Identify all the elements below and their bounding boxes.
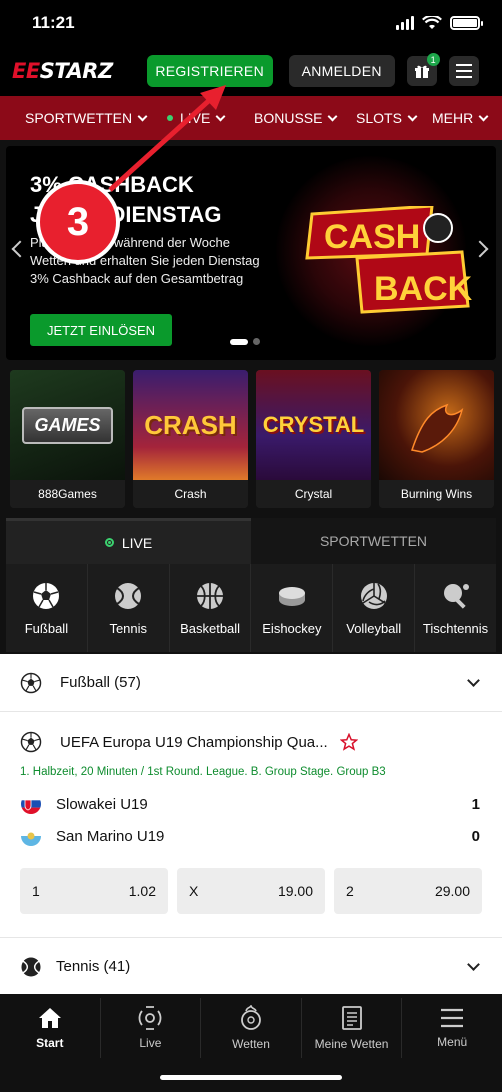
banner-pagination	[230, 338, 260, 345]
sport-basketball[interactable]: Basketball	[170, 564, 252, 652]
odd-button-home[interactable]: 1 1.02	[20, 868, 168, 914]
favorite-star-icon[interactable]	[339, 733, 358, 751]
hamburger-icon	[441, 1008, 464, 1028]
game-tile-crystal[interactable]: CRYSTAL Crystal	[256, 370, 371, 508]
game-tile-burning-wins[interactable]: Burning Wins	[379, 370, 494, 508]
live-indicator-icon	[104, 538, 114, 547]
bottom-nav: Start Live Wetten Meine Wetten Menü	[0, 994, 502, 1092]
game-label: Crystal	[256, 480, 371, 508]
game-label: Burning Wins	[379, 480, 494, 508]
game-tile-888games[interactable]: GAMES 888Games	[10, 370, 125, 508]
match-info: 1. Halbzeit, 20 Minuten / 1st Round. Lea…	[20, 766, 386, 778]
soccer-ball-icon	[33, 582, 60, 609]
game-tiles: GAMES 888Games CRASH Crash CRYSTAL Cryst…	[10, 370, 494, 508]
pagination-dot-active[interactable]	[230, 338, 248, 345]
soccer-ball-icon	[20, 731, 42, 753]
tab-sportwetten[interactable]: SPORTWETTEN	[251, 518, 496, 564]
sport-tischtennis[interactable]: Tischtennis	[415, 564, 496, 652]
game-art-text: GAMES	[22, 406, 113, 444]
banner-cta-button[interactable]: JETZT EINLÖSEN	[30, 314, 172, 346]
table-tennis-icon	[443, 583, 469, 609]
category-header-tennis[interactable]: Tennis (41)	[0, 937, 502, 995]
bottom-nav-meine-wetten[interactable]: Meine Wetten	[302, 998, 403, 1058]
events-list: Fußball (57) UEFA Europa U19 Championshi…	[0, 654, 502, 994]
bottom-nav-menu[interactable]: Menü	[402, 998, 502, 1058]
bottom-nav-start[interactable]: Start	[0, 998, 101, 1058]
basketball-icon	[197, 582, 224, 609]
sport-tennis[interactable]: Tennis	[88, 564, 170, 652]
game-art-text: CRYSTAL	[262, 412, 365, 437]
tennis-ball-icon	[115, 582, 142, 609]
chevron-down-icon	[467, 674, 480, 687]
team-row: San Marino U19 0	[20, 820, 482, 852]
odds-row: 1 1.02 X 19.00 2 29.00	[20, 868, 482, 914]
chevron-down-icon	[467, 958, 480, 971]
game-tile-crash[interactable]: CRASH Crash	[133, 370, 248, 508]
soccer-ball-icon	[20, 672, 42, 693]
bottom-nav-live[interactable]: Live	[101, 998, 202, 1058]
category-header-fussball[interactable]: Fußball (57)	[0, 654, 502, 712]
sport-fussball[interactable]: Fußball	[6, 564, 88, 652]
match-card: UEFA Europa U19 Championship Qua... 1. H…	[0, 712, 502, 914]
home-indicator	[160, 1075, 342, 1080]
bottom-nav-wetten[interactable]: Wetten	[201, 998, 302, 1058]
home-icon	[38, 1008, 61, 1028]
tennis-ball-icon	[21, 956, 41, 977]
sport-filter: Fußball Tennis Basketball Eishockey Voll…	[6, 564, 496, 652]
odd-button-away[interactable]: 2 29.00	[334, 868, 482, 914]
volleyball-icon	[360, 582, 387, 609]
pagination-dot[interactable]	[253, 338, 260, 345]
slovakia-flag-icon	[21, 794, 41, 814]
sport-eishockey[interactable]: Eishockey	[251, 564, 334, 652]
san-marino-flag-icon	[21, 826, 41, 846]
hockey-puck-icon	[278, 586, 305, 606]
dragon-icon	[410, 403, 463, 453]
sports-panel: LIVE SPORTWETTEN Fußball Tennis Basketba…	[6, 518, 496, 652]
step-number-badge: 3	[36, 180, 120, 264]
match-title-row[interactable]: UEFA Europa U19 Championship Qua...	[20, 712, 482, 772]
bet-slip-icon	[341, 1006, 362, 1030]
game-label: 888Games	[10, 480, 125, 508]
odd-button-draw[interactable]: X 19.00	[177, 868, 325, 914]
game-art-text: CRASH	[144, 409, 237, 440]
flame-ball-icon	[241, 1005, 261, 1030]
sport-volleyball[interactable]: Volleyball	[333, 564, 416, 652]
live-icon	[138, 1006, 162, 1030]
team-row: Slowakei U19 1	[20, 788, 482, 820]
tab-live[interactable]: LIVE	[6, 518, 251, 564]
game-label: Crash	[133, 480, 248, 508]
